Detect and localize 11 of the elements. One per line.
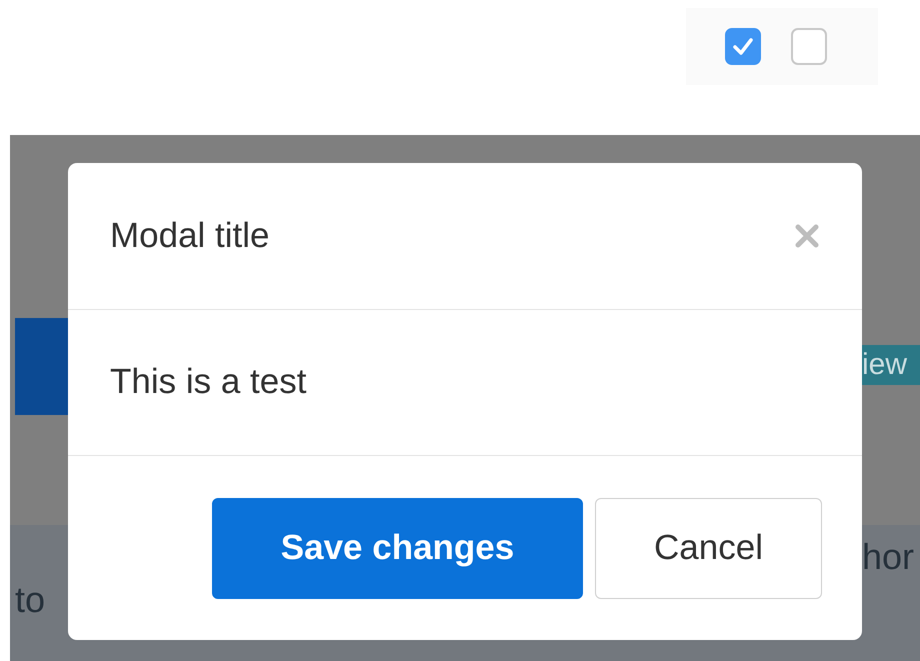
- check-icon: [732, 36, 754, 56]
- modal-title: Modal title: [110, 215, 270, 257]
- modal-body-text: This is a test: [110, 361, 306, 404]
- close-icon[interactable]: [794, 223, 820, 249]
- checkbox[interactable]: [791, 28, 827, 65]
- cancel-button[interactable]: Cancel: [595, 498, 822, 598]
- save-button[interactable]: Save changes: [212, 498, 583, 598]
- table-text: hor: [862, 535, 916, 579]
- table-text: to: [14, 578, 46, 622]
- dimmed-badge: iew: [860, 345, 920, 385]
- checkbox[interactable]: [725, 28, 761, 65]
